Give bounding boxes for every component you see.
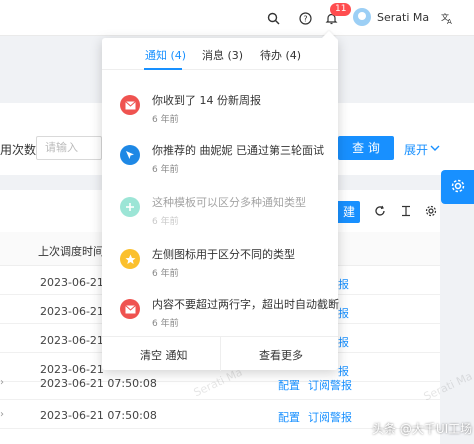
cursor-icon (120, 145, 140, 165)
row-time: 2023-06-21 07:50:08 (40, 377, 157, 390)
row-time: 2023-06-21 (40, 276, 104, 289)
tab-notifications[interactable]: 通知 (4) (145, 47, 186, 63)
gear-icon (450, 178, 466, 197)
runs-input[interactable]: 请输入 (36, 136, 102, 160)
notification-title: 内容不要超过两行字，超出时自动截断 (152, 298, 339, 311)
notification-count-badge: 11 (330, 3, 352, 16)
settings-drawer-button[interactable] (441, 170, 474, 204)
notification-time: 6 年前 (152, 319, 179, 329)
column-height-icon[interactable] (399, 204, 413, 218)
notification-popover: 通知 (4) 消息 (3) 待办 (4) 你收到了 14 份新周报 6 年前 你… (102, 38, 339, 371)
star-icon (120, 249, 140, 269)
row-time: 2023-06-21 07:50:08 (40, 409, 157, 422)
new-button[interactable]: 建 (338, 201, 360, 223)
row-alarm-link[interactable]: 报 (338, 334, 349, 350)
chevron-down-icon[interactable] (430, 142, 440, 155)
notification-item[interactable]: 你收到了 14 份新周报 6 年前 (102, 90, 338, 142)
notification-time: 6 年前 (152, 269, 179, 279)
tab-messages[interactable]: 消息 (3) (202, 47, 243, 63)
column-header-last-schedule-time: 上次调度时间 (38, 245, 104, 258)
svg-text:?: ? (303, 14, 307, 23)
notification-title: 左侧图标用于区分不同的类型 (152, 248, 295, 261)
notification-footer: 清空 通知 查看更多 (102, 336, 338, 371)
query-button[interactable]: 查 询 (338, 136, 394, 160)
row-subscribe-alarm-link[interactable]: 订阅警报 (308, 409, 352, 425)
row-alarm-link[interactable]: 报 (338, 305, 349, 321)
notification-item[interactable]: 左侧图标用于区分不同的类型 6 年前 (102, 244, 338, 296)
language-icon[interactable]: 文A (438, 9, 456, 27)
plus-icon (120, 197, 140, 217)
top-header: ? 11 Serati Ma 文A (0, 0, 474, 36)
expand-link[interactable]: 展开 (404, 141, 428, 158)
notification-title: 你推荐的 曲妮妮 已通过第三轮面试 (152, 144, 324, 157)
row-expand-icon[interactable]: › (0, 409, 4, 420)
mail-icon (120, 95, 140, 115)
row-expand-icon[interactable]: › (0, 377, 4, 388)
reload-icon[interactable] (373, 204, 387, 218)
svg-text:A: A (447, 18, 452, 25)
notification-time: 6 年前 (152, 217, 179, 227)
row-alarm-link[interactable]: 报 (338, 276, 349, 292)
active-tab-indicator (144, 68, 182, 70)
notification-tabs: 通知 (4) 消息 (3) 待办 (4) (102, 38, 338, 70)
row-time: 2023-06-21 (40, 305, 104, 318)
notification-time: 6 年前 (152, 115, 179, 125)
source-watermark: 头条 @大千UI工场 (372, 422, 473, 436)
username[interactable]: Serati Ma (377, 11, 429, 24)
notification-item[interactable]: 这种模板可以区分多种通知类型 6 年前 (102, 192, 338, 244)
footer-divider (220, 337, 221, 371)
clear-notifications-button[interactable]: 清空 通知 (140, 347, 188, 363)
notification-item[interactable]: 你推荐的 曲妮妮 已通过第三轮面试 6 年前 (102, 140, 338, 192)
tab-todos[interactable]: 待办 (4) (260, 47, 301, 63)
row-config-link[interactable]: 配置 (278, 377, 300, 393)
view-more-button[interactable]: 查看更多 (259, 347, 303, 363)
notification-time: 6 年前 (152, 165, 179, 175)
notification-title: 你收到了 14 份新周报 (152, 94, 261, 107)
notification-title: 这种模板可以区分多种通知类型 (152, 196, 306, 209)
avatar[interactable] (353, 8, 371, 26)
search-icon[interactable] (264, 9, 282, 27)
table-settings-icon[interactable] (424, 204, 438, 218)
mail-icon (120, 299, 140, 319)
help-icon[interactable]: ? (296, 9, 314, 27)
row-config-link[interactable]: 配置 (278, 409, 300, 425)
row-subscribe-alarm-link[interactable]: 订阅警报 (308, 377, 352, 393)
row-time: 2023-06-21 (40, 334, 104, 347)
runs-label: 用次数: (0, 143, 41, 157)
